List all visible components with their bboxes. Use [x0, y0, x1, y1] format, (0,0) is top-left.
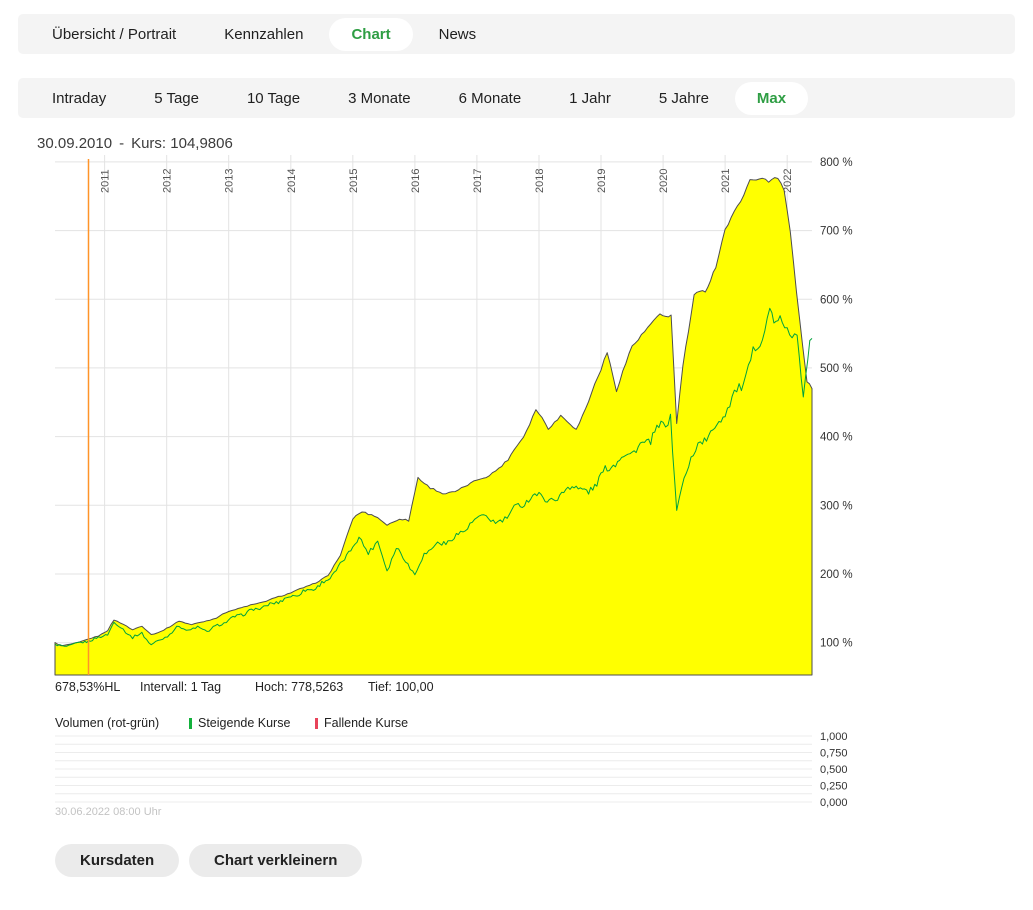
volume-axis-label: 0,750 — [820, 748, 848, 760]
x-axis-year-label: 2020 — [658, 169, 670, 193]
x-axis-year-label: 2016 — [410, 169, 422, 193]
x-axis-year-label: 2011 — [100, 169, 112, 193]
volume-up-label: Steigende Kurse — [198, 716, 290, 730]
x-axis-year-label: 2014 — [286, 169, 298, 193]
y-axis-label: 100 % — [820, 638, 853, 650]
crosshair-date: 30.09.2010 — [37, 135, 112, 152]
x-axis-year-label: 2012 — [162, 169, 174, 193]
y-axis-label: 400 % — [820, 432, 853, 444]
volume-timestamp: 30.06.2022 08:00 Uhr — [55, 806, 161, 818]
range-intraday[interactable]: Intraday — [30, 82, 128, 115]
range-3-monate[interactable]: 3 Monate — [326, 82, 433, 115]
stat-hl-span: 678,53%HL — [55, 680, 120, 694]
tab-news[interactable]: News — [417, 18, 499, 51]
volume-title: Volumen (rot-grün) — [55, 716, 159, 730]
x-axis-year-label: 2019 — [596, 169, 608, 193]
page-tabs: Übersicht / Portrait Kennzahlen Chart Ne… — [18, 14, 1015, 54]
range-10-tage[interactable]: 10 Tage — [225, 82, 322, 115]
crosshair-separator: - — [119, 135, 124, 152]
stat-interval: Intervall: 1 Tag — [140, 680, 221, 694]
volume-axis-label: 0,000 — [820, 797, 848, 809]
range-6-monate[interactable]: 6 Monate — [437, 82, 544, 115]
range-5-jahre[interactable]: 5 Jahre — [637, 82, 731, 115]
volume-down-bar-icon — [315, 718, 318, 729]
x-axis-year-label: 2021 — [720, 169, 732, 193]
y-axis-label: 500 % — [820, 363, 853, 375]
crosshair-readout: 30.09.2010-Kurs: 104,9806 — [37, 135, 233, 152]
range-1-jahr[interactable]: 1 Jahr — [547, 82, 633, 115]
volume-up-bar-icon — [189, 718, 192, 729]
stat-low: Tief: 100,00 — [368, 680, 434, 694]
tab-chart[interactable]: Chart — [329, 18, 412, 51]
price-chart[interactable]: 800 % 700 % 600 % 500 % 400 % 300 % 200 % 100 %… — [0, 0, 1033, 830]
y-axis-label: 300 % — [820, 500, 853, 512]
tab-uebersicht-portrait[interactable]: Übersicht / Portrait — [30, 18, 198, 51]
x-axis-year-label: 2017 — [472, 169, 484, 193]
volume-axis-label: 0,500 — [820, 764, 848, 776]
tab-kennzahlen[interactable]: Kennzahlen — [202, 18, 325, 51]
range-5-tage[interactable]: 5 Tage — [132, 82, 221, 115]
range-max[interactable]: Max — [735, 82, 808, 115]
y-axis-label: 700 % — [820, 226, 853, 238]
kursdaten-button[interactable]: Kursdaten — [55, 844, 179, 877]
x-axis-year-label: 2015 — [348, 169, 360, 193]
volume-down-label: Fallende Kurse — [324, 716, 408, 730]
x-axis-year-label: 2018 — [534, 169, 546, 193]
x-axis-year-label: 2013 — [224, 169, 236, 193]
chart-verkleinern-button[interactable]: Chart verkleinern — [189, 844, 362, 877]
volume-axis-label: 1,000 — [820, 731, 848, 743]
max-area-series — [55, 178, 812, 675]
crosshair-price: Kurs: 104,9806 — [131, 135, 233, 152]
y-axis-label: 200 % — [820, 569, 853, 581]
stat-high: Hoch: 778,5263 — [255, 680, 343, 694]
volume-grid: 1,000 0,750 0,500 0,250 0,000 — [55, 731, 848, 809]
range-selector: Intraday 5 Tage 10 Tage 3 Monate 6 Monat… — [18, 78, 1015, 118]
volume-axis-label: 0,250 — [820, 781, 848, 793]
y-axis-label: 600 % — [820, 294, 853, 306]
y-axis-label: 800 % — [820, 157, 853, 169]
